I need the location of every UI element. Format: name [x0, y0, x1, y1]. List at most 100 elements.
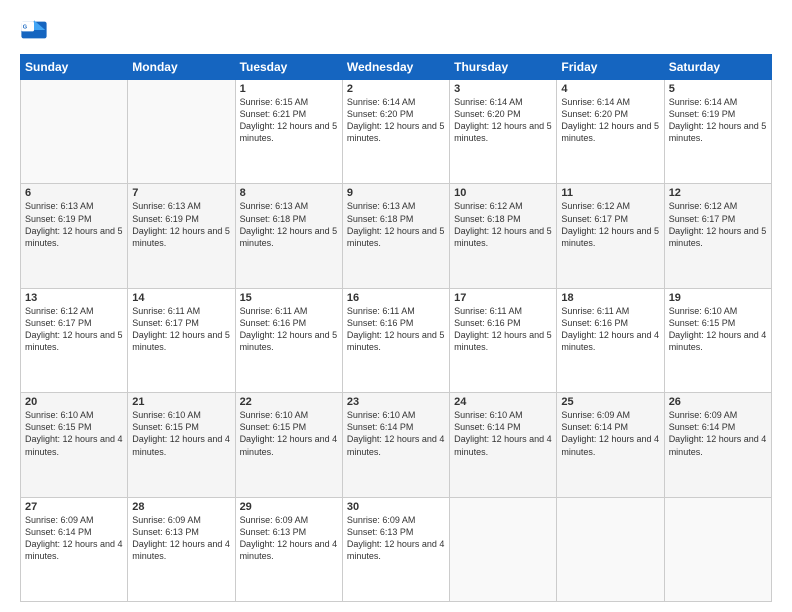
- day-cell: 19Sunrise: 6:10 AM Sunset: 6:15 PM Dayli…: [664, 288, 771, 392]
- day-cell: 2Sunrise: 6:14 AM Sunset: 6:20 PM Daylig…: [342, 80, 449, 184]
- day-info: Sunrise: 6:11 AM Sunset: 6:16 PM Dayligh…: [347, 305, 445, 354]
- week-row: 13Sunrise: 6:12 AM Sunset: 6:17 PM Dayli…: [21, 288, 772, 392]
- day-header-monday: Monday: [128, 55, 235, 80]
- day-number: 2: [347, 83, 445, 95]
- day-cell: 13Sunrise: 6:12 AM Sunset: 6:17 PM Dayli…: [21, 288, 128, 392]
- day-info: Sunrise: 6:09 AM Sunset: 6:13 PM Dayligh…: [240, 514, 338, 563]
- day-cell: 26Sunrise: 6:09 AM Sunset: 6:14 PM Dayli…: [664, 393, 771, 497]
- day-number: 7: [132, 187, 230, 199]
- day-cell: 6Sunrise: 6:13 AM Sunset: 6:19 PM Daylig…: [21, 184, 128, 288]
- day-cell: 15Sunrise: 6:11 AM Sunset: 6:16 PM Dayli…: [235, 288, 342, 392]
- day-number: 4: [561, 83, 659, 95]
- day-cell: 11Sunrise: 6:12 AM Sunset: 6:17 PM Dayli…: [557, 184, 664, 288]
- day-cell: 10Sunrise: 6:12 AM Sunset: 6:18 PM Dayli…: [450, 184, 557, 288]
- day-number: 15: [240, 292, 338, 304]
- day-cell: 8Sunrise: 6:13 AM Sunset: 6:18 PM Daylig…: [235, 184, 342, 288]
- day-number: 21: [132, 396, 230, 408]
- day-number: 28: [132, 501, 230, 513]
- page: G SundayMondayTuesdayWednesdayThursdayFr…: [0, 0, 792, 612]
- calendar: SundayMondayTuesdayWednesdayThursdayFrid…: [20, 54, 772, 602]
- day-number: 13: [25, 292, 123, 304]
- day-info: Sunrise: 6:10 AM Sunset: 6:14 PM Dayligh…: [454, 409, 552, 458]
- day-header-sunday: Sunday: [21, 55, 128, 80]
- day-info: Sunrise: 6:09 AM Sunset: 6:13 PM Dayligh…: [132, 514, 230, 563]
- day-info: Sunrise: 6:09 AM Sunset: 6:14 PM Dayligh…: [669, 409, 767, 458]
- day-number: 24: [454, 396, 552, 408]
- day-number: 3: [454, 83, 552, 95]
- week-row: 20Sunrise: 6:10 AM Sunset: 6:15 PM Dayli…: [21, 393, 772, 497]
- day-number: 30: [347, 501, 445, 513]
- day-info: Sunrise: 6:10 AM Sunset: 6:14 PM Dayligh…: [347, 409, 445, 458]
- day-number: 26: [669, 396, 767, 408]
- day-cell: [128, 80, 235, 184]
- day-info: Sunrise: 6:09 AM Sunset: 6:14 PM Dayligh…: [561, 409, 659, 458]
- logo-icon: G: [20, 16, 48, 44]
- calendar-header: SundayMondayTuesdayWednesdayThursdayFrid…: [21, 55, 772, 80]
- day-cell: 4Sunrise: 6:14 AM Sunset: 6:20 PM Daylig…: [557, 80, 664, 184]
- day-number: 16: [347, 292, 445, 304]
- day-cell: 20Sunrise: 6:10 AM Sunset: 6:15 PM Dayli…: [21, 393, 128, 497]
- day-info: Sunrise: 6:12 AM Sunset: 6:17 PM Dayligh…: [561, 200, 659, 249]
- day-info: Sunrise: 6:13 AM Sunset: 6:18 PM Dayligh…: [347, 200, 445, 249]
- day-number: 23: [347, 396, 445, 408]
- svg-text:G: G: [23, 25, 27, 31]
- day-cell: 17Sunrise: 6:11 AM Sunset: 6:16 PM Dayli…: [450, 288, 557, 392]
- day-header-friday: Friday: [557, 55, 664, 80]
- day-cell: 3Sunrise: 6:14 AM Sunset: 6:20 PM Daylig…: [450, 80, 557, 184]
- days-row: SundayMondayTuesdayWednesdayThursdayFrid…: [21, 55, 772, 80]
- day-cell: 27Sunrise: 6:09 AM Sunset: 6:14 PM Dayli…: [21, 497, 128, 601]
- day-cell: 16Sunrise: 6:11 AM Sunset: 6:16 PM Dayli…: [342, 288, 449, 392]
- day-number: 14: [132, 292, 230, 304]
- day-number: 1: [240, 83, 338, 95]
- day-header-saturday: Saturday: [664, 55, 771, 80]
- day-number: 20: [25, 396, 123, 408]
- day-info: Sunrise: 6:13 AM Sunset: 6:19 PM Dayligh…: [132, 200, 230, 249]
- day-number: 18: [561, 292, 659, 304]
- day-cell: 18Sunrise: 6:11 AM Sunset: 6:16 PM Dayli…: [557, 288, 664, 392]
- day-cell: 14Sunrise: 6:11 AM Sunset: 6:17 PM Dayli…: [128, 288, 235, 392]
- day-number: 25: [561, 396, 659, 408]
- day-info: Sunrise: 6:15 AM Sunset: 6:21 PM Dayligh…: [240, 96, 338, 145]
- day-info: Sunrise: 6:10 AM Sunset: 6:15 PM Dayligh…: [240, 409, 338, 458]
- day-info: Sunrise: 6:14 AM Sunset: 6:20 PM Dayligh…: [561, 96, 659, 145]
- day-number: 12: [669, 187, 767, 199]
- day-cell: 24Sunrise: 6:10 AM Sunset: 6:14 PM Dayli…: [450, 393, 557, 497]
- day-info: Sunrise: 6:10 AM Sunset: 6:15 PM Dayligh…: [669, 305, 767, 354]
- week-row: 1Sunrise: 6:15 AM Sunset: 6:21 PM Daylig…: [21, 80, 772, 184]
- day-header-thursday: Thursday: [450, 55, 557, 80]
- day-number: 8: [240, 187, 338, 199]
- day-cell: 22Sunrise: 6:10 AM Sunset: 6:15 PM Dayli…: [235, 393, 342, 497]
- day-cell: 25Sunrise: 6:09 AM Sunset: 6:14 PM Dayli…: [557, 393, 664, 497]
- day-cell: [557, 497, 664, 601]
- day-cell: 21Sunrise: 6:10 AM Sunset: 6:15 PM Dayli…: [128, 393, 235, 497]
- day-cell: 30Sunrise: 6:09 AM Sunset: 6:13 PM Dayli…: [342, 497, 449, 601]
- day-info: Sunrise: 6:10 AM Sunset: 6:15 PM Dayligh…: [25, 409, 123, 458]
- day-number: 10: [454, 187, 552, 199]
- day-info: Sunrise: 6:12 AM Sunset: 6:17 PM Dayligh…: [25, 305, 123, 354]
- week-row: 6Sunrise: 6:13 AM Sunset: 6:19 PM Daylig…: [21, 184, 772, 288]
- day-cell: 1Sunrise: 6:15 AM Sunset: 6:21 PM Daylig…: [235, 80, 342, 184]
- logo: G: [20, 16, 50, 44]
- day-info: Sunrise: 6:12 AM Sunset: 6:18 PM Dayligh…: [454, 200, 552, 249]
- header: G: [20, 16, 772, 44]
- day-info: Sunrise: 6:09 AM Sunset: 6:14 PM Dayligh…: [25, 514, 123, 563]
- day-info: Sunrise: 6:10 AM Sunset: 6:15 PM Dayligh…: [132, 409, 230, 458]
- day-cell: [664, 497, 771, 601]
- day-number: 6: [25, 187, 123, 199]
- day-number: 19: [669, 292, 767, 304]
- day-info: Sunrise: 6:13 AM Sunset: 6:19 PM Dayligh…: [25, 200, 123, 249]
- day-cell: [21, 80, 128, 184]
- day-info: Sunrise: 6:11 AM Sunset: 6:16 PM Dayligh…: [561, 305, 659, 354]
- day-info: Sunrise: 6:13 AM Sunset: 6:18 PM Dayligh…: [240, 200, 338, 249]
- day-cell: 23Sunrise: 6:10 AM Sunset: 6:14 PM Dayli…: [342, 393, 449, 497]
- day-info: Sunrise: 6:14 AM Sunset: 6:20 PM Dayligh…: [454, 96, 552, 145]
- day-info: Sunrise: 6:11 AM Sunset: 6:16 PM Dayligh…: [454, 305, 552, 354]
- day-number: 22: [240, 396, 338, 408]
- day-cell: 7Sunrise: 6:13 AM Sunset: 6:19 PM Daylig…: [128, 184, 235, 288]
- day-header-wednesday: Wednesday: [342, 55, 449, 80]
- day-info: Sunrise: 6:14 AM Sunset: 6:19 PM Dayligh…: [669, 96, 767, 145]
- day-info: Sunrise: 6:12 AM Sunset: 6:17 PM Dayligh…: [669, 200, 767, 249]
- day-number: 17: [454, 292, 552, 304]
- day-number: 9: [347, 187, 445, 199]
- day-cell: 29Sunrise: 6:09 AM Sunset: 6:13 PM Dayli…: [235, 497, 342, 601]
